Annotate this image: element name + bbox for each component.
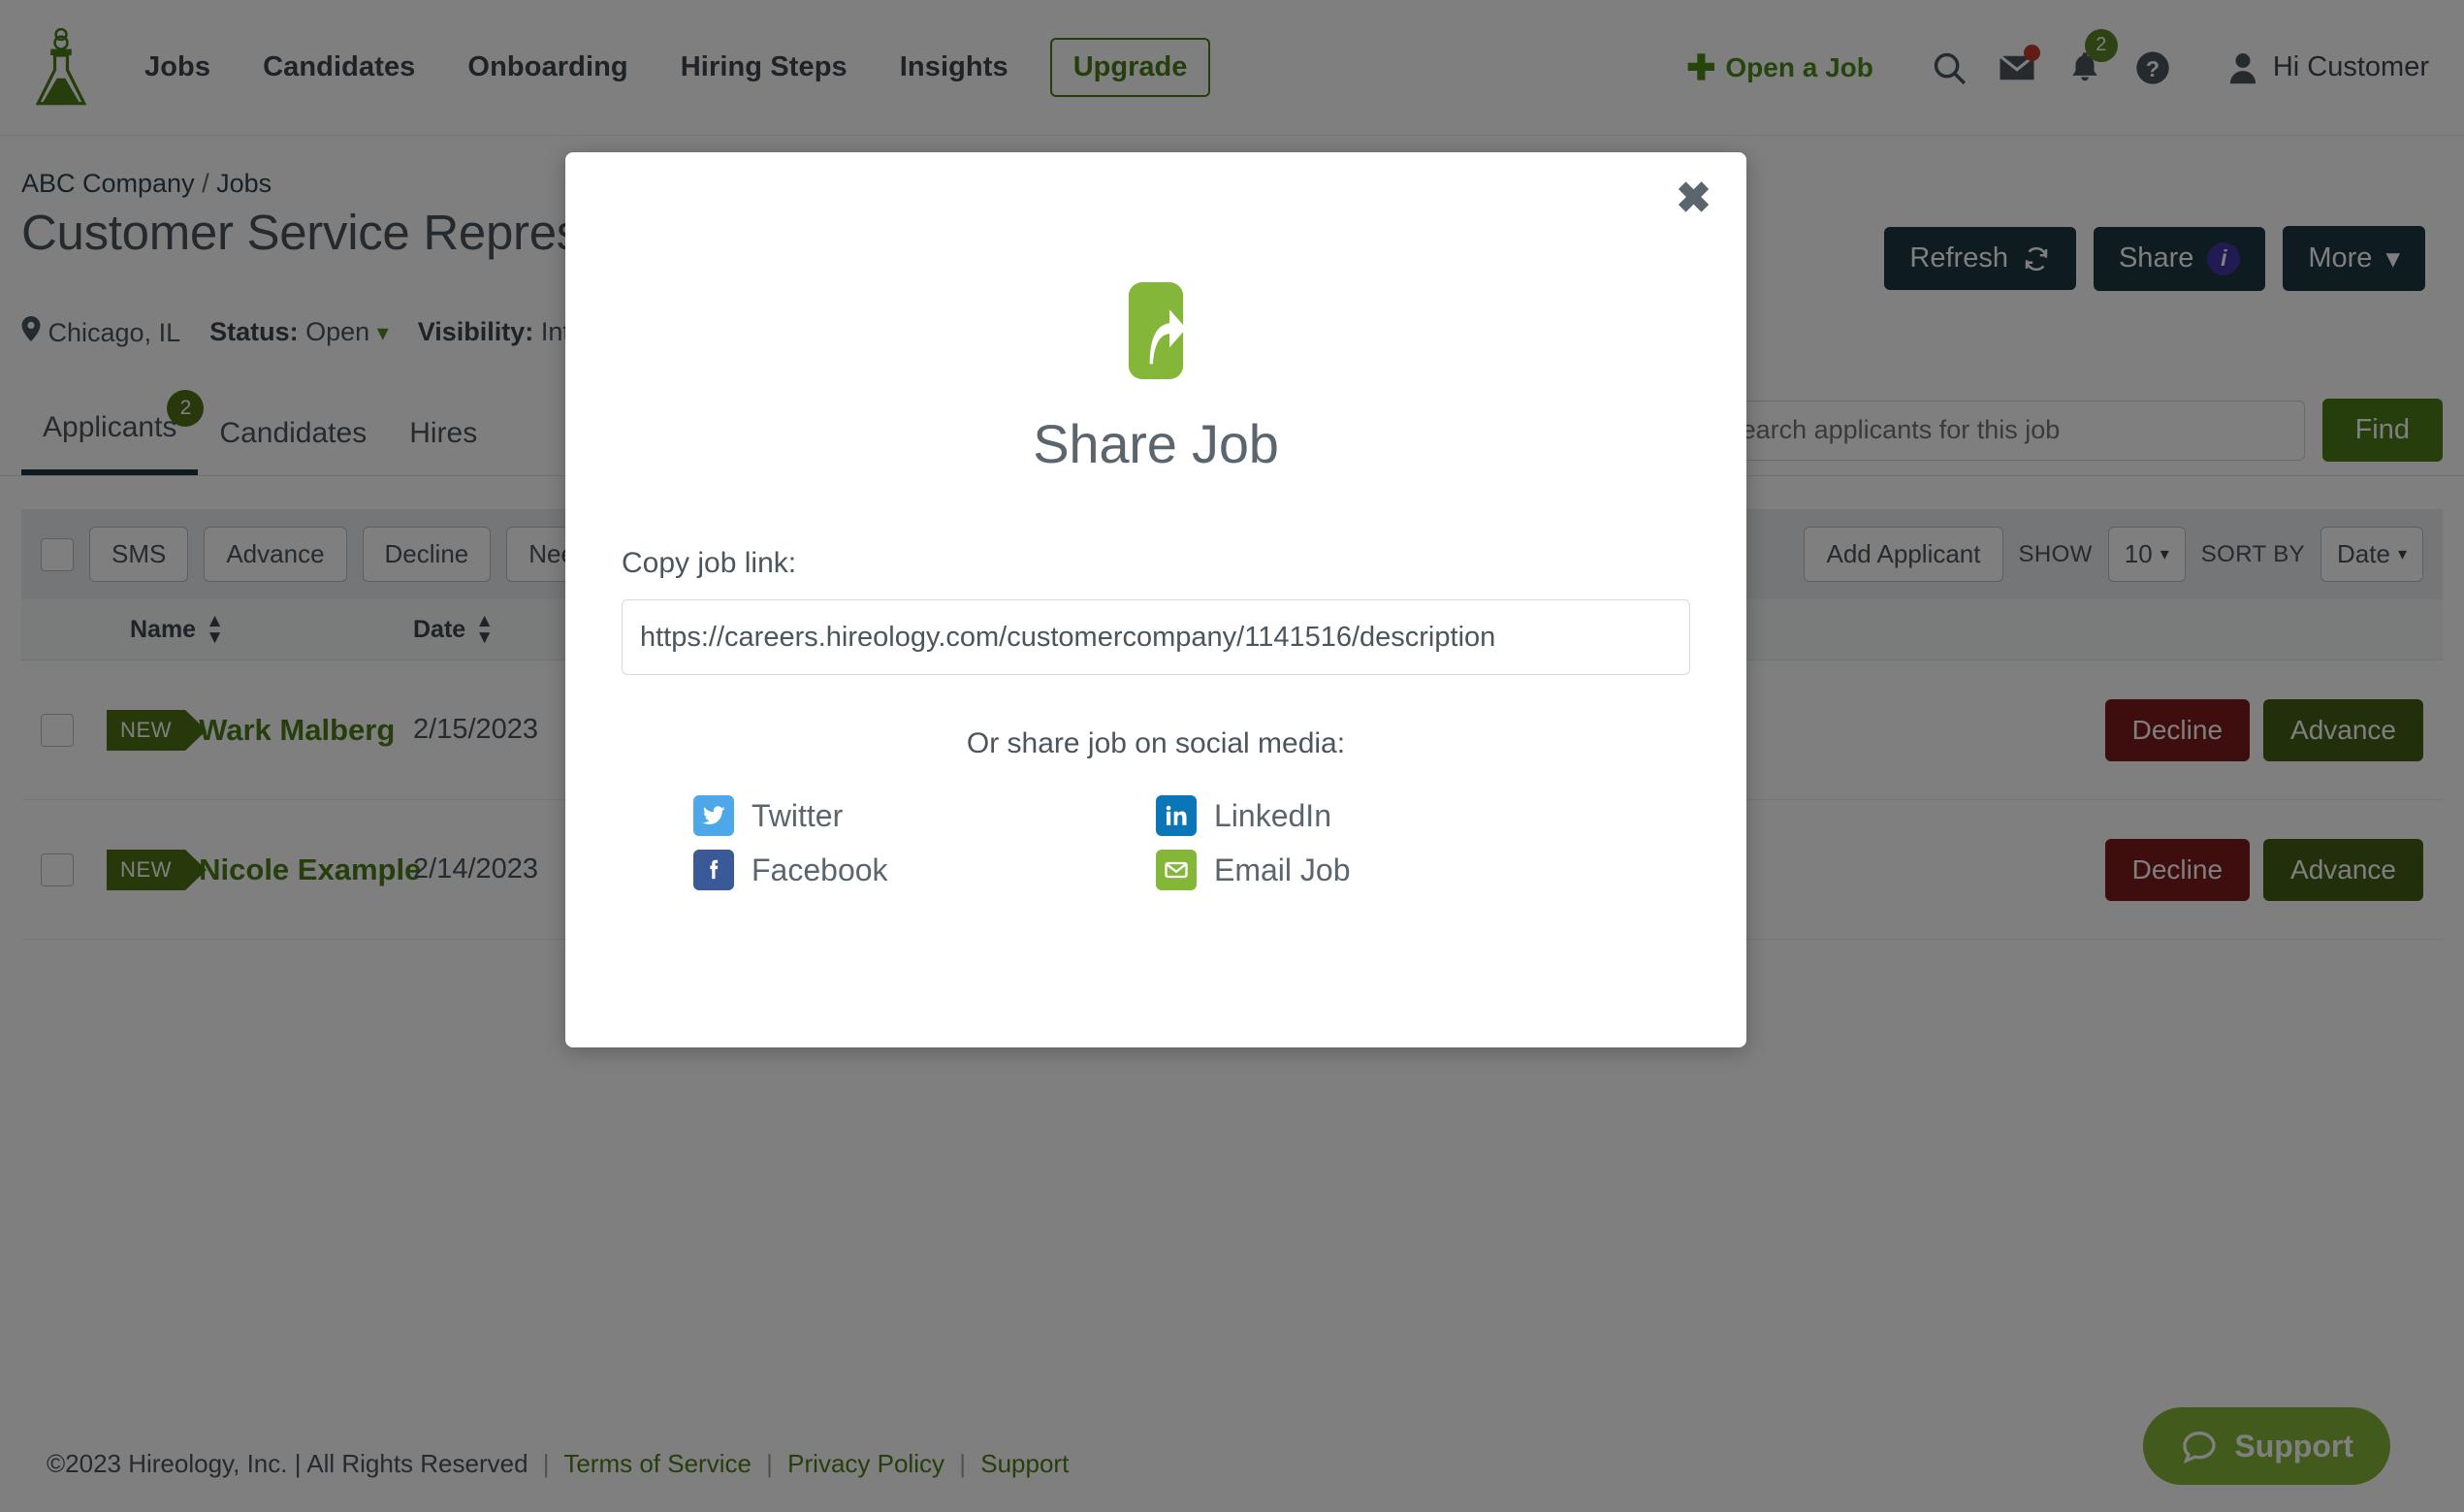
- share-email-link[interactable]: Email Job: [1156, 850, 1618, 890]
- modal-title: Share Job: [1033, 413, 1279, 474]
- copy-job-link-label: Copy job link:: [622, 547, 797, 579]
- twitter-icon: [693, 795, 734, 836]
- share-email-label: Email Job: [1214, 852, 1351, 887]
- share-job-modal: ✖ Share Job Copy job link: Or share job …: [565, 152, 1746, 1047]
- share-arrow-icon: [1128, 282, 1187, 379]
- email-icon: [1156, 850, 1197, 890]
- share-icon-wrapper: [622, 282, 1690, 379]
- job-link-input[interactable]: [622, 599, 1690, 675]
- share-twitter-link[interactable]: Twitter: [693, 795, 1156, 836]
- share-linkedin-link[interactable]: LinkedIn: [1156, 795, 1618, 836]
- social-share-label: Or share job on social media:: [966, 727, 1346, 759]
- close-icon[interactable]: ✖: [1676, 177, 1712, 220]
- social-share-grid: Twitter LinkedIn Facebook Email Job: [622, 795, 1690, 890]
- share-facebook-label: Facebook: [752, 852, 888, 887]
- share-twitter-label: Twitter: [752, 797, 844, 833]
- linkedin-icon: [1156, 795, 1197, 836]
- share-linkedin-label: LinkedIn: [1214, 797, 1331, 833]
- facebook-icon: [693, 850, 734, 890]
- share-facebook-link[interactable]: Facebook: [693, 850, 1156, 890]
